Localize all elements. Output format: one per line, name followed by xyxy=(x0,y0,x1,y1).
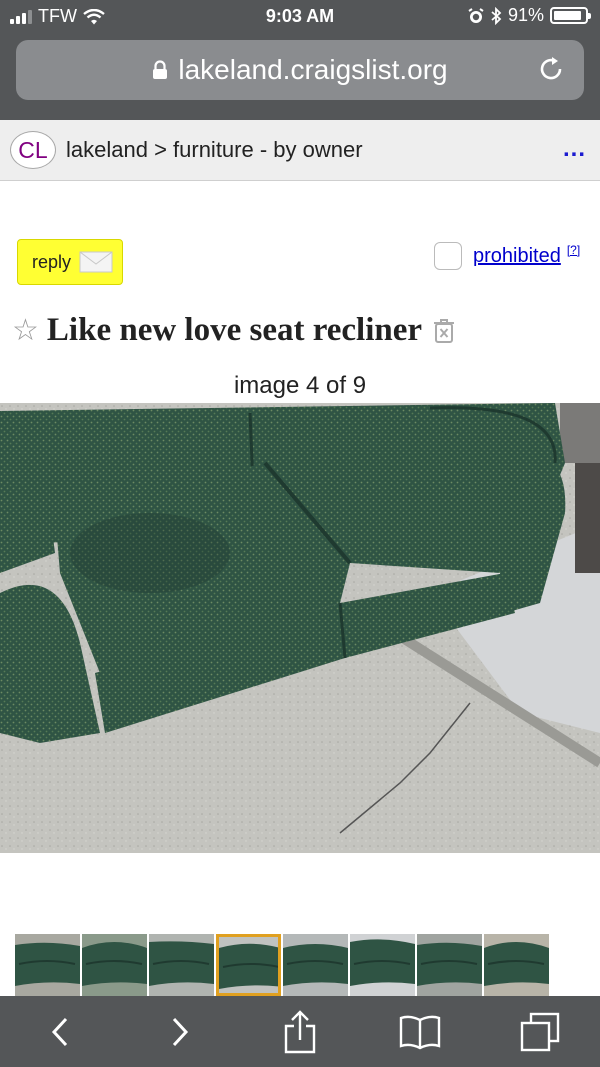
thumbnail-3[interactable] xyxy=(149,934,214,996)
trash-icon[interactable] xyxy=(432,318,456,344)
share-icon[interactable] xyxy=(270,1002,330,1062)
prohibited-link[interactable]: prohibited xyxy=(473,245,561,268)
thumbnail-strip xyxy=(15,934,555,996)
menu-button[interactable]: ... xyxy=(563,135,586,163)
battery-icon xyxy=(550,7,591,24)
url-text: lakeland.craigslist.org xyxy=(178,54,448,85)
flag-prohibited: prohibited [?] xyxy=(434,242,580,270)
star-icon[interactable]: ☆ xyxy=(12,313,39,348)
tabs-icon[interactable] xyxy=(510,1002,570,1062)
reload-icon[interactable] xyxy=(536,54,566,91)
reply-button[interactable]: reply xyxy=(17,239,123,285)
thumbnail-7[interactable] xyxy=(417,934,482,996)
lock-icon xyxy=(152,60,168,80)
envelope-icon xyxy=(79,251,113,273)
thumbnail-2[interactable] xyxy=(82,934,147,996)
craigslist-header: CL lakeland > furniture - by owner ... xyxy=(0,120,600,181)
breadcrumb[interactable]: lakeland > furniture - by owner xyxy=(66,137,363,163)
bookmarks-icon[interactable] xyxy=(390,1002,450,1062)
bluetooth-icon xyxy=(491,6,502,25)
craigslist-logo[interactable]: CL xyxy=(10,131,56,169)
status-bar: TFW 9:03 AM 91% xyxy=(0,0,600,34)
reply-label: reply xyxy=(32,251,72,272)
image-counter: image 4 of 9 xyxy=(233,372,367,399)
thumbnail-5[interactable] xyxy=(283,934,348,996)
forward-icon[interactable] xyxy=(150,1002,210,1062)
main-image[interactable] xyxy=(0,403,600,853)
posting-title: ☆ Like new love seat recliner xyxy=(12,312,456,349)
thumbnail-6[interactable] xyxy=(350,934,415,996)
alarm-icon xyxy=(468,7,484,23)
address-bar[interactable]: lakeland.craigslist.org xyxy=(16,40,584,100)
thumbnail-4[interactable] xyxy=(216,934,281,996)
prohibited-checkbox[interactable] xyxy=(434,242,462,270)
thumbnail-8[interactable] xyxy=(484,934,549,996)
prohibited-help-link[interactable]: [?] xyxy=(567,243,580,257)
browser-toolbar xyxy=(0,996,600,1067)
thumbnail-1[interactable] xyxy=(15,934,80,996)
title-text: Like new love seat recliner xyxy=(46,312,423,348)
back-icon[interactable] xyxy=(30,1002,90,1062)
browser-chrome: TFW 9:03 AM 91% lakeland.craigslist.org xyxy=(0,0,600,120)
battery-percent: 91% xyxy=(507,5,544,25)
